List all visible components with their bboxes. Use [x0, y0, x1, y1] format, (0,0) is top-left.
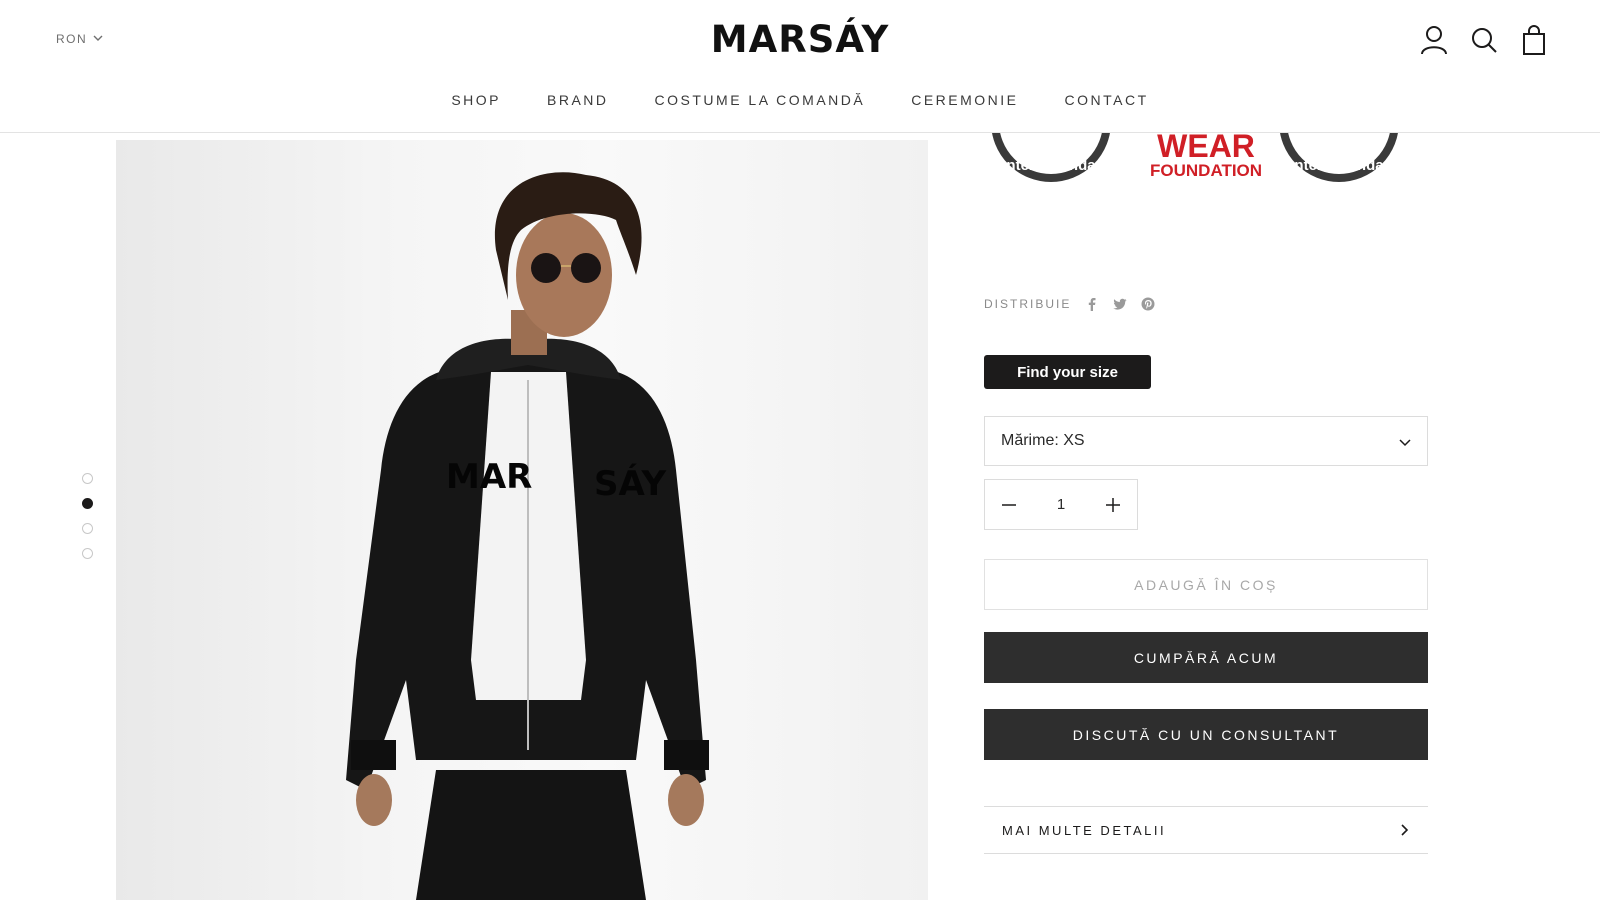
shopping-bag-icon[interactable]: [1520, 24, 1548, 56]
svg-text:SÁY: SÁY: [594, 463, 667, 504]
nav-item-shop[interactable]: SHOP: [451, 92, 501, 108]
nav-item-brand[interactable]: BRAND: [547, 92, 609, 108]
find-your-size-button[interactable]: Find your size: [984, 355, 1151, 389]
quantity-stepper: 1: [984, 479, 1138, 530]
wear-foundation-badge: WEAR FOUNDATION: [1150, 130, 1262, 179]
plus-icon[interactable]: [1105, 497, 1121, 513]
size-select-value: Mărime: XS: [1001, 432, 1085, 449]
minus-icon[interactable]: [1001, 497, 1017, 513]
gallery-dot-active[interactable]: [82, 498, 93, 509]
nav-item-contact[interactable]: CONTACT: [1065, 92, 1149, 108]
nav-item-ceremony[interactable]: CEREMONIE: [911, 92, 1018, 108]
share-bar: DISTRIBUIE: [984, 297, 1155, 311]
search-icon[interactable]: [1470, 24, 1498, 56]
add-to-cart-button[interactable]: ADAUGĂ ÎN COȘ: [984, 559, 1428, 610]
pinterest-icon[interactable]: [1141, 297, 1155, 311]
svg-text:MAR: MAR: [446, 457, 532, 497]
gallery-dot[interactable]: [82, 523, 93, 534]
badge-left-arc-text: ntent standa: [1006, 157, 1096, 174]
site-header: RON MARSÁY SHOP BRAND COSTUME LA COMANDĂ…: [0, 0, 1600, 133]
badge-center-top: WEAR: [1157, 128, 1255, 164]
quantity-value[interactable]: 1: [1041, 496, 1081, 513]
share-label: DISTRIBUIE: [984, 297, 1072, 311]
facebook-icon[interactable]: [1085, 297, 1099, 311]
gallery-dot[interactable]: [82, 548, 93, 559]
buy-now-button[interactable]: CUMPĂRĂ ACUM: [984, 632, 1428, 683]
site-logo[interactable]: MARSÁY: [0, 18, 1600, 61]
badge-right-arc-text: ntent standa: [1294, 157, 1384, 174]
model-photo: MAR SÁY: [346, 172, 709, 900]
product-image[interactable]: MAR SÁY: [116, 140, 928, 900]
talk-to-consultant-button[interactable]: DISCUTĂ CU UN CONSULTANT: [984, 709, 1428, 760]
chevron-right-icon: [1398, 824, 1410, 836]
more-details-label: MAI MULTE DETALII: [1002, 822, 1167, 838]
size-select[interactable]: Mărime: XS: [984, 416, 1428, 466]
account-icon[interactable]: [1420, 24, 1448, 56]
nav-item-custom-suits[interactable]: COSTUME LA COMANDĂ: [655, 92, 866, 108]
gallery-dot[interactable]: [82, 473, 93, 484]
chevron-down-icon: [1399, 435, 1411, 447]
badge-center-bottom: FOUNDATION: [1150, 161, 1263, 180]
more-details-toggle[interactable]: MAI MULTE DETALII: [984, 806, 1428, 854]
twitter-icon[interactable]: [1113, 297, 1127, 311]
main-navigation: SHOP BRAND COSTUME LA COMANDĂ CEREMONIE …: [0, 92, 1600, 108]
gallery-pagination: [82, 473, 93, 559]
